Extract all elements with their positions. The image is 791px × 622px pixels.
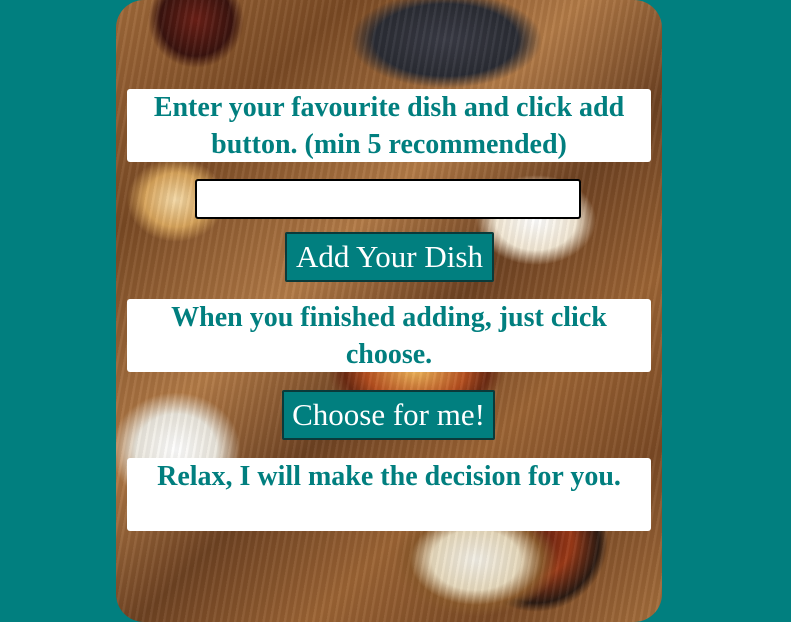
result-text: Relax, I will make the decision for you. <box>127 458 651 531</box>
dish-input[interactable] <box>195 179 581 219</box>
add-dish-button[interactable]: Add Your Dish <box>285 232 494 282</box>
app-card: Enter your favourite dish and click add … <box>116 0 662 622</box>
choose-for-me-button[interactable]: Choose for me! <box>282 390 495 440</box>
choose-instruction-text: When you finished adding, just click cho… <box>127 299 651 372</box>
add-instruction-text: Enter your favourite dish and click add … <box>127 89 651 162</box>
